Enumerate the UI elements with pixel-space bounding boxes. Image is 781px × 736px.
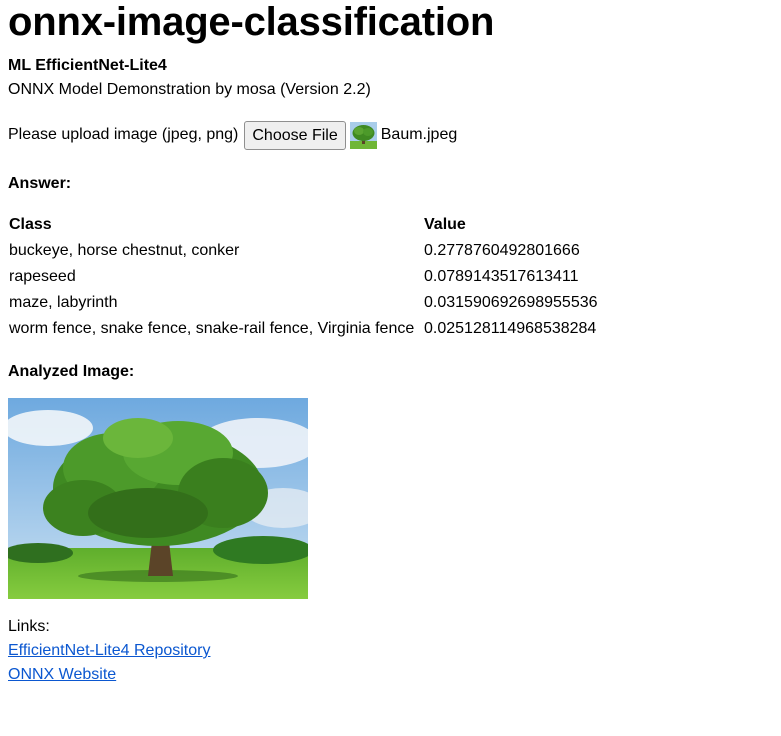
results-table: Class Value buckeye, horse chestnut, con… [8,212,600,342]
efficientnet-repository-link[interactable]: EfficientNet-Lite4 Repository [8,639,210,663]
tree-thumbnail-icon [349,121,377,149]
upload-row: Please upload image (jpeg, png) Choose F… [8,120,773,150]
table-row: maze, labyrinth 0.031590692698955536 [8,290,600,316]
answer-label: Answer: [8,175,72,192]
class-cell: worm fence, snake fence, snake-rail fenc… [9,320,415,337]
analyzed-tree-image [8,398,308,599]
upload-label: Please upload image (jpeg, png) [8,126,239,143]
selected-file-name: Baum.jpeg [380,126,458,143]
table-row: buckeye, horse chestnut, conker 0.277876… [8,238,600,264]
page-title: onnx-image-classification [8,0,495,44]
table-row: rapeseed 0.0789143517613411 [8,264,600,290]
table-header-row: Class Value [8,212,600,238]
value-column-header: Value [424,216,466,233]
table-row: worm fence, snake fence, snake-rail fenc… [8,316,600,342]
value-cell: 0.2778760492801666 [424,242,580,259]
choose-file-button[interactable]: Choose File [244,120,346,150]
model-subtitle: ML EfficientNet-Lite4 [8,57,167,74]
class-cell: rapeseed [9,268,76,285]
model-description: ONNX Model Demonstration by mosa (Versio… [8,81,371,98]
onnx-website-link[interactable]: ONNX Website [8,663,116,687]
value-cell: 0.0789143517613411 [424,268,579,285]
class-cell: maze, labyrinth [9,294,118,311]
class-column-header: Class [9,216,52,233]
links-label: Links: [8,618,50,635]
class-cell: buckeye, horse chestnut, conker [9,242,240,259]
analyzed-image-label: Analyzed Image: [8,363,135,380]
value-cell: 0.025128114968538284 [424,320,597,337]
value-cell: 0.031590692698955536 [424,294,598,311]
page: onnx-image-classification ML EfficientNe… [0,0,781,687]
